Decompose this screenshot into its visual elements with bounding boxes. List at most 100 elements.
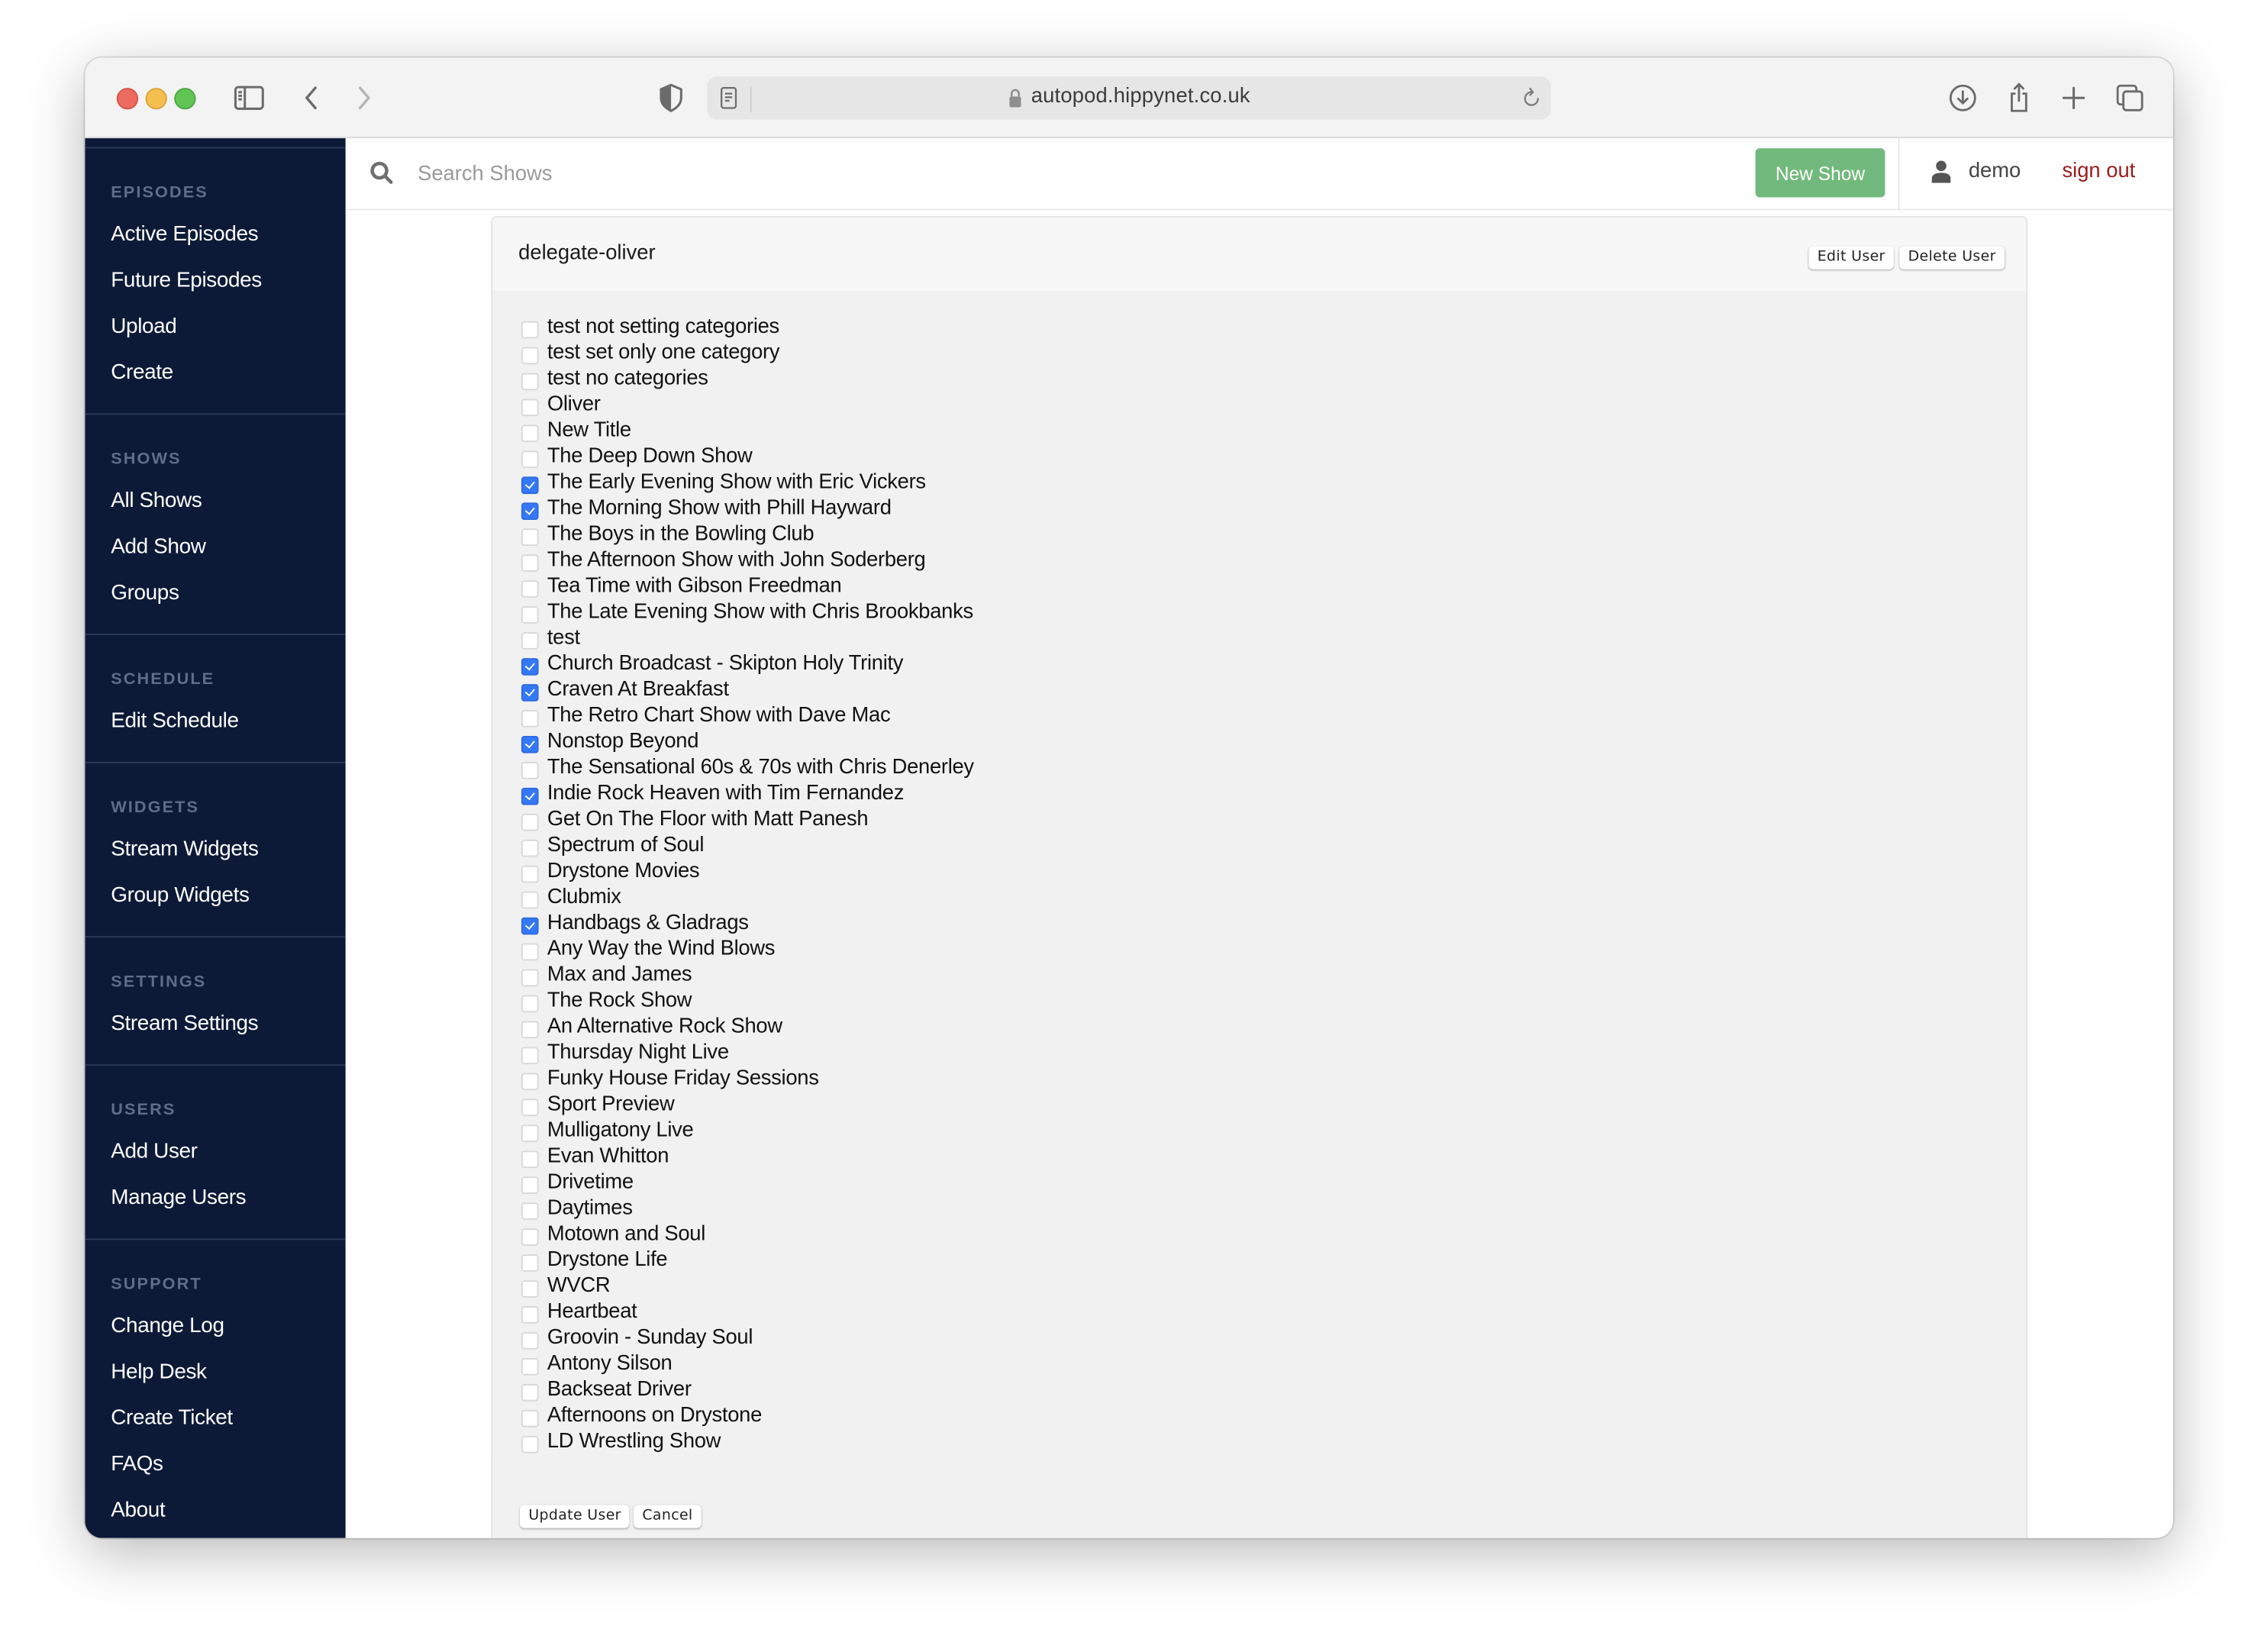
- sidebar-item-edit-schedule[interactable]: Edit Schedule: [85, 699, 345, 744]
- address-bar[interactable]: autopod.hippynet.co.uk: [707, 76, 1551, 120]
- show-label[interactable]: Daytimes: [547, 1195, 633, 1221]
- show-label[interactable]: The Early Evening Show with Eric Vickers: [547, 469, 926, 495]
- show-checkbox[interactable]: [521, 943, 539, 961]
- show-label[interactable]: The Boys in the Bowling Club: [547, 521, 814, 547]
- show-label[interactable]: The Late Evening Show with Chris Brookba…: [547, 599, 973, 625]
- show-checkbox[interactable]: [521, 1176, 539, 1194]
- show-checkbox[interactable]: [521, 1021, 539, 1039]
- show-checkbox[interactable]: [521, 891, 539, 909]
- sidebar-item-create[interactable]: Create: [85, 350, 345, 395]
- show-label[interactable]: Drystone Movies: [547, 858, 700, 884]
- show-checkbox[interactable]: [521, 761, 539, 779]
- show-checkbox[interactable]: [521, 1409, 539, 1428]
- show-checkbox[interactable]: [521, 710, 539, 728]
- show-label[interactable]: LD Wrestling Show: [547, 1428, 721, 1454]
- show-label[interactable]: test set only one category: [547, 340, 780, 366]
- show-label[interactable]: Any Way the Wind Blows: [547, 936, 776, 962]
- new-tab-icon[interactable]: [2056, 81, 2091, 115]
- edit-user-button[interactable]: Edit User: [1808, 246, 1895, 269]
- show-label[interactable]: The Afternoon Show with John Soderberg: [547, 547, 926, 573]
- show-checkbox-checked[interactable]: [521, 917, 539, 935]
- show-checkbox[interactable]: [521, 1202, 539, 1220]
- sidebar-item-help-desk[interactable]: Help Desk: [85, 1350, 345, 1395]
- show-label[interactable]: Nonstop Beyond: [547, 729, 699, 755]
- show-label[interactable]: Oliver: [547, 392, 601, 418]
- forward-icon[interactable]: [347, 81, 382, 115]
- show-checkbox[interactable]: [521, 1383, 539, 1402]
- sidebar-item-manage-users[interactable]: Manage Users: [85, 1175, 345, 1221]
- show-checkbox[interactable]: [521, 398, 539, 417]
- show-checkbox[interactable]: [521, 1150, 539, 1168]
- show-checkbox[interactable]: [521, 450, 539, 469]
- show-checkbox-checked[interactable]: [521, 476, 539, 495]
- show-label[interactable]: Drivetime: [547, 1170, 634, 1195]
- show-checkbox[interactable]: [521, 969, 539, 987]
- sidebar-item-group-widgets[interactable]: Group Widgets: [85, 873, 345, 918]
- show-label[interactable]: Max and James: [547, 962, 692, 988]
- show-label[interactable]: test no categories: [547, 366, 708, 392]
- show-label[interactable]: Spectrum of Soul: [547, 832, 705, 858]
- show-label[interactable]: Motown and Soul: [547, 1221, 705, 1247]
- show-label[interactable]: The Deep Down Show: [547, 444, 753, 469]
- show-label[interactable]: Antony Silson: [547, 1351, 673, 1377]
- show-label[interactable]: Heartbeat: [547, 1299, 637, 1325]
- show-checkbox[interactable]: [521, 606, 539, 624]
- show-label[interactable]: An Alternative Rock Show: [547, 1014, 782, 1040]
- sidebar-item-future-episodes[interactable]: Future Episodes: [85, 258, 345, 304]
- sign-out-link[interactable]: sign out: [2062, 160, 2135, 182]
- show-checkbox[interactable]: [521, 554, 539, 572]
- show-label[interactable]: WVCR: [547, 1273, 611, 1299]
- cancel-button[interactable]: Cancel: [634, 1505, 702, 1528]
- share-icon[interactable]: [2002, 81, 2036, 115]
- show-checkbox[interactable]: [521, 528, 539, 546]
- show-label[interactable]: New Title: [547, 418, 631, 444]
- sidebar-item-active-episodes[interactable]: Active Episodes: [85, 211, 345, 257]
- show-label[interactable]: The Retro Chart Show with Dave Mac: [547, 703, 891, 729]
- show-label[interactable]: test not setting categories: [547, 314, 779, 340]
- show-label[interactable]: The Rock Show: [547, 988, 692, 1014]
- show-label[interactable]: Get On The Floor with Matt Panesh: [547, 806, 869, 832]
- show-checkbox-checked[interactable]: [521, 502, 539, 521]
- show-label[interactable]: Thursday Night Live: [547, 1040, 729, 1066]
- sidebar-item-upload[interactable]: Upload: [85, 304, 345, 350]
- show-checkbox[interactable]: [521, 1357, 539, 1376]
- show-checkbox[interactable]: [521, 1124, 539, 1142]
- update-user-button[interactable]: Update User: [520, 1505, 631, 1528]
- minimize-window-button[interactable]: [145, 88, 167, 110]
- show-checkbox[interactable]: [521, 839, 539, 857]
- show-checkbox[interactable]: [521, 632, 539, 650]
- sidebar-item-add-show[interactable]: Add Show: [85, 524, 345, 570]
- show-checkbox[interactable]: [521, 995, 539, 1013]
- show-label[interactable]: The Sensational 60s & 70s with Chris Den…: [547, 755, 974, 781]
- show-label[interactable]: Handbags & Gladrags: [547, 910, 749, 936]
- show-label[interactable]: Funky House Friday Sessions: [547, 1066, 819, 1092]
- show-checkbox-checked[interactable]: [521, 787, 539, 805]
- show-label[interactable]: Evan Whitton: [547, 1144, 669, 1170]
- show-label[interactable]: Drystone Life: [547, 1247, 668, 1273]
- close-window-button[interactable]: [116, 88, 139, 110]
- show-checkbox[interactable]: [521, 347, 539, 365]
- downloads-icon[interactable]: [1946, 81, 1980, 115]
- reader-view-icon[interactable]: [718, 85, 738, 111]
- show-label[interactable]: Mulligatony Live: [547, 1118, 694, 1144]
- show-checkbox[interactable]: [521, 580, 539, 598]
- sidebar-toggle-icon[interactable]: [232, 81, 266, 115]
- back-icon[interactable]: [294, 81, 328, 115]
- sidebar-item-about[interactable]: About: [85, 1488, 345, 1534]
- show-checkbox[interactable]: [521, 373, 539, 391]
- search-shows-input[interactable]: [415, 155, 1285, 193]
- show-checkbox[interactable]: [521, 1073, 539, 1091]
- show-label[interactable]: Indie Rock Heaven with Tim Fernandez: [547, 780, 905, 806]
- new-show-button[interactable]: New Show: [1755, 148, 1885, 198]
- show-label[interactable]: Clubmix: [547, 884, 621, 910]
- show-checkbox[interactable]: [521, 424, 539, 443]
- show-checkbox[interactable]: [521, 813, 539, 831]
- tab-overview-icon[interactable]: [2112, 81, 2147, 115]
- show-label[interactable]: Afternoons on Drystone: [547, 1402, 762, 1428]
- show-checkbox[interactable]: [521, 1254, 539, 1272]
- show-checkbox-checked[interactable]: [521, 736, 539, 753]
- show-label[interactable]: Backseat Driver: [547, 1376, 692, 1402]
- zoom-window-button[interactable]: [174, 88, 196, 110]
- show-checkbox-checked[interactable]: [521, 684, 539, 702]
- sidebar-item-all-shows[interactable]: All Shows: [85, 478, 345, 524]
